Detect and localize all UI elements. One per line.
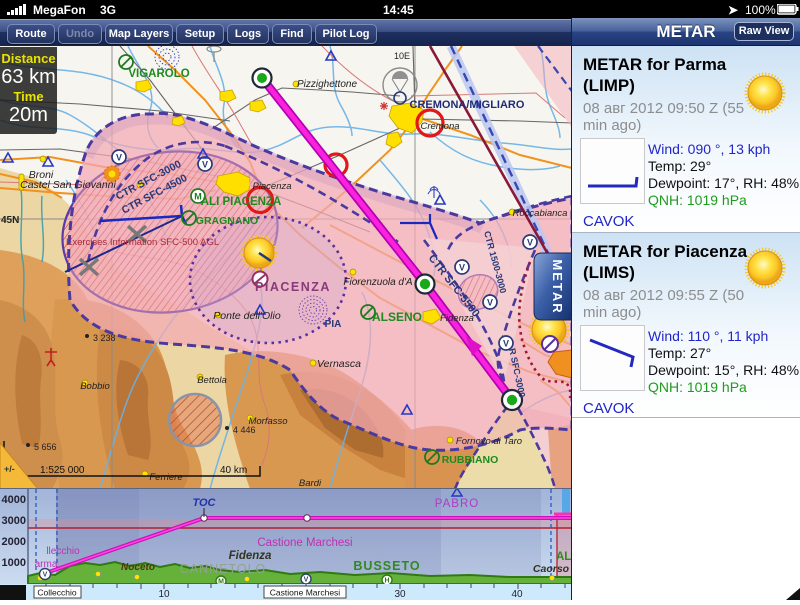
svg-text:V: V <box>43 572 48 579</box>
svg-text:4 446: 4 446 <box>233 425 256 435</box>
svg-text:Vernasca: Vernasca <box>317 358 361 370</box>
svg-text:V: V <box>116 153 122 163</box>
svg-text:1:525 000: 1:525 000 <box>40 465 85 476</box>
svg-text:RUBBIANO: RUBBIANO <box>442 454 499 466</box>
svg-text:Fidenza: Fidenza <box>229 550 272 562</box>
svg-text:40 km: 40 km <box>220 465 247 476</box>
svg-text:Exercises Information SFC-500: Exercises Information SFC-500 AGL <box>66 237 219 248</box>
svg-text:AL: AL <box>556 551 571 563</box>
svg-text:40: 40 <box>511 589 523 600</box>
svg-text:45N: 45N <box>1 215 19 226</box>
svg-text:PIACENZA: PIACENZA <box>255 280 331 294</box>
svg-text:Noceto: Noceto <box>121 562 155 573</box>
svg-text:GRAGNANO: GRAGNANO <box>196 215 258 227</box>
svg-text:Castione Marchesi: Castione Marchesi <box>257 537 352 549</box>
svg-text:CREMONA/MIGLIARO: CREMONA/MIGLIARO <box>410 99 525 111</box>
svg-text:Fiorenzuola d'A: Fiorenzuola d'A <box>343 277 413 288</box>
svg-text:30: 30 <box>394 589 406 600</box>
svg-text:Ponte dell'Olio: Ponte dell'Olio <box>213 310 281 322</box>
svg-text:TOC: TOC <box>192 497 216 509</box>
svg-text:Fornovo di Taro: Fornovo di Taro <box>456 436 522 447</box>
svg-text:METAR: METAR <box>550 259 565 314</box>
svg-text:ALI PIACENZA: ALI PIACENZA <box>201 196 282 208</box>
svg-text:10: 10 <box>158 589 170 600</box>
svg-text:Bettola: Bettola <box>197 375 227 386</box>
svg-text:1000: 1000 <box>2 557 26 569</box>
svg-text:PIA: PIA <box>325 319 342 330</box>
svg-text:V: V <box>527 238 533 248</box>
svg-text:Bardi: Bardi <box>299 478 322 489</box>
svg-text:V: V <box>202 160 208 170</box>
svg-text:10E: 10E <box>394 51 410 61</box>
svg-text:H: H <box>384 578 389 585</box>
svg-text:V: V <box>304 577 309 584</box>
svg-text:BUSSETO: BUSSETO <box>353 559 420 573</box>
svg-text:V: V <box>487 298 493 308</box>
svg-text:V: V <box>503 339 509 349</box>
svg-text:Piacenza: Piacenza <box>252 181 291 192</box>
svg-text:2000: 2000 <box>2 536 26 548</box>
svg-text:3000: 3000 <box>2 515 26 527</box>
svg-text:V: V <box>459 263 465 273</box>
svg-text:VIGAROLO: VIGAROLO <box>128 68 189 80</box>
svg-text:5 656: 5 656 <box>34 442 57 452</box>
svg-text:Collecchio: Collecchio <box>37 588 76 598</box>
svg-text:Castel San Giovanni: Castel San Giovanni <box>20 179 116 191</box>
svg-text:4000: 4000 <box>2 494 26 506</box>
svg-text:3 238: 3 238 <box>93 333 116 343</box>
svg-text:PABRO: PABRO <box>435 498 479 510</box>
svg-text:llecchio: llecchio <box>46 546 80 557</box>
svg-text:Cremona: Cremona <box>420 121 459 132</box>
svg-text:Bobbio: Bobbio <box>80 381 110 392</box>
svg-text:CANNETOLO: CANNETOLO <box>180 562 267 576</box>
svg-text:Pizzighettone: Pizzighettone <box>297 79 357 90</box>
svg-text:arma: arma <box>35 559 58 570</box>
svg-text:Caorso: Caorso <box>533 563 570 575</box>
svg-text:Roccabianca: Roccabianca <box>513 208 568 219</box>
svg-text:Ferriere: Ferriere <box>149 472 182 483</box>
svg-text:+/-: +/- <box>4 464 15 474</box>
svg-text:ALSENO: ALSENO <box>372 310 422 324</box>
svg-text:Castione Marchesi: Castione Marchesi <box>270 588 341 598</box>
